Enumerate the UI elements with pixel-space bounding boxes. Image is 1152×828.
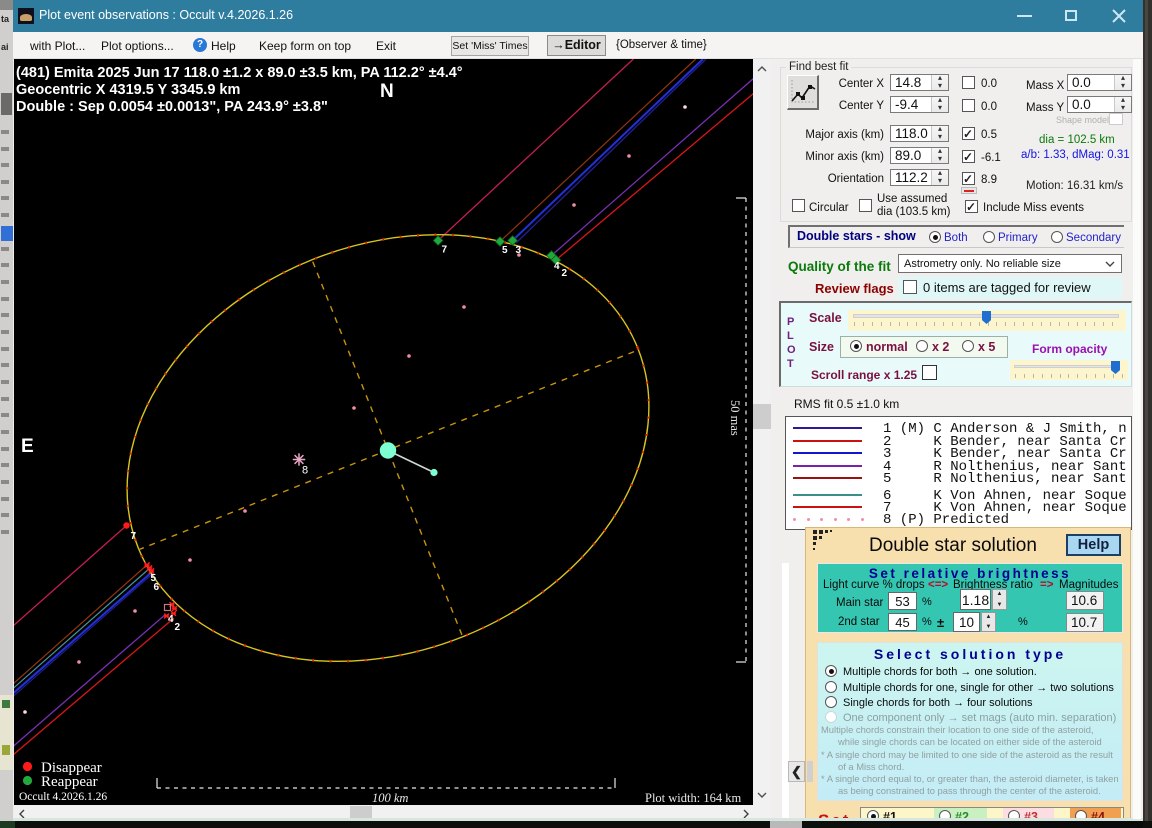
svg-text:4: 4 — [554, 261, 560, 272]
svg-text:N: N — [380, 81, 394, 102]
svg-text:50 mas: 50 mas — [728, 400, 742, 436]
svg-text:(481) Emita 2025 Jun 17 118: (481) Emita 2025 Jun 17 118.0 ±1.2 x 89.… — [16, 65, 463, 81]
svg-text:4: 4 — [168, 614, 174, 625]
svg-text:Double : Sep 0.0054 ±0.0013",: Double : Sep 0.0054 ±0.0013", PA 243.9° … — [16, 99, 328, 115]
svg-text:Reappear: Reappear — [41, 774, 98, 790]
svg-text:Geocentric X 4319.5 Y 3345.9: Geocentric X 4319.5 Y 3345.9 km — [16, 82, 240, 98]
svg-text:Plot width: 164 km: Plot width: 164 km — [645, 791, 741, 805]
svg-text:8: 8 — [302, 465, 308, 477]
svg-text:3: 3 — [516, 245, 522, 256]
svg-text:7: 7 — [442, 245, 448, 256]
svg-text:7: 7 — [131, 531, 137, 542]
svg-text:E: E — [21, 436, 34, 457]
svg-text:100 km: 100 km — [372, 791, 408, 805]
svg-text:Occult 4.2026.1.26: Occult 4.2026.1.26 — [19, 791, 107, 803]
svg-text:6: 6 — [154, 582, 160, 593]
svg-text:2: 2 — [175, 622, 181, 633]
svg-text:5: 5 — [502, 245, 508, 256]
svg-text:2: 2 — [562, 268, 568, 279]
